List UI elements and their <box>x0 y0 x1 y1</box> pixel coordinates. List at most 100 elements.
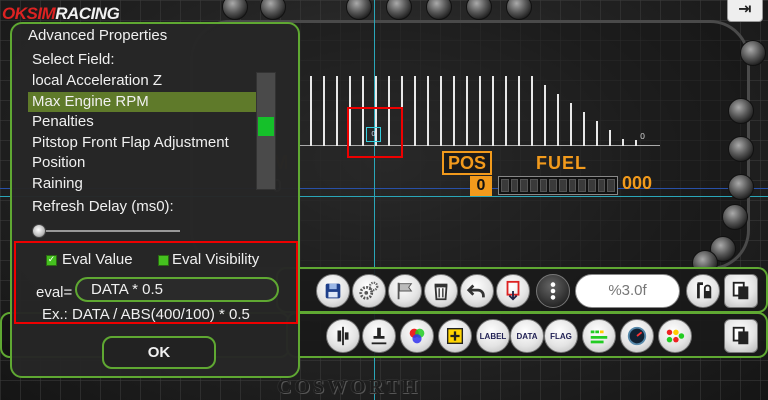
rpm-tick <box>622 139 624 146</box>
rpm-tick <box>544 85 546 146</box>
eval-example-text: Ex.: DATA / ABS(400/100) * 0.5 <box>42 306 250 323</box>
add-element-icon <box>446 327 464 345</box>
bracket-arrow-icon <box>506 280 520 301</box>
leds-button[interactable] <box>658 319 692 353</box>
eval-value-checkbox[interactable]: ✓ <box>46 255 57 266</box>
refresh-delay-slider[interactable] <box>30 224 180 238</box>
eval-label: eval= <box>36 284 73 301</box>
gauge-icon <box>627 326 647 346</box>
pos-label[interactable]: POS <box>442 151 492 175</box>
fuel-segment <box>588 179 596 192</box>
color-button[interactable] <box>400 319 434 353</box>
fuel-segment <box>578 179 587 192</box>
more-vertical-icon <box>550 282 556 300</box>
dialog-title: Advanced Properties <box>28 27 168 44</box>
copy-button[interactable] <box>724 319 758 353</box>
rpm-tick <box>518 76 520 146</box>
trash-icon <box>434 283 448 301</box>
slider-track[interactable] <box>40 230 180 232</box>
toolbar-top: %3.0f <box>276 267 768 313</box>
rpm-tick <box>440 76 442 146</box>
eval-value-label[interactable]: Eval Value <box>62 251 133 268</box>
fuel-segment <box>568 179 577 192</box>
rpm-readout: 0 <box>640 132 646 141</box>
bring-front-button[interactable] <box>496 274 530 308</box>
exit-button[interactable]: ⇥ <box>727 0 763 22</box>
field-list-item[interactable]: Penalties <box>28 112 258 133</box>
flag-button[interactable] <box>388 274 422 308</box>
pos-value[interactable]: 0 <box>470 176 492 196</box>
fuel-segment <box>501 179 509 192</box>
screw <box>728 136 754 162</box>
field-list-item[interactable]: Pitstop Front Flap Adjustment <box>28 133 258 154</box>
eval-expression-input[interactable]: DATA * 0.5 <box>75 277 279 302</box>
screw <box>728 174 754 200</box>
brand-text: COSWORTH <box>277 376 421 398</box>
rpm-tick <box>453 76 455 146</box>
eval-visibility-checkbox[interactable] <box>158 255 169 266</box>
app-logo: OKSIMRACING <box>2 4 120 24</box>
align-bottom-icon <box>371 327 387 345</box>
data-icon: DATA <box>516 331 538 341</box>
advanced-properties-dialog: Advanced Properties Select Field: local … <box>10 22 300 378</box>
data-button[interactable]: DATA <box>510 319 544 353</box>
lock-icon <box>697 282 712 299</box>
copy-icon <box>732 281 749 300</box>
flag-widget-button[interactable]: FLAG <box>544 319 578 353</box>
fuel-value[interactable]: 000 <box>622 173 652 194</box>
delete-button[interactable] <box>424 274 458 308</box>
selected-widget[interactable]: 0 <box>366 127 381 142</box>
logo-text-primary: OKSIM <box>2 4 56 23</box>
rpm-tick <box>323 76 325 146</box>
gauge-button[interactable] <box>620 319 654 353</box>
rgb-color-icon <box>409 328 425 344</box>
copy-button[interactable] <box>724 274 758 308</box>
rpm-tick <box>479 76 481 146</box>
field-list-item[interactable]: Position <box>28 153 258 174</box>
screw <box>722 204 748 230</box>
screw <box>740 40 766 66</box>
undo-button[interactable] <box>460 274 494 308</box>
rpm-tick <box>596 121 598 146</box>
save-button[interactable] <box>316 274 350 308</box>
rpm-tick <box>466 76 468 146</box>
label-button[interactable]: LABEL <box>476 319 510 353</box>
fuel-segment <box>549 179 558 192</box>
save-icon <box>325 283 341 299</box>
screw <box>728 98 754 124</box>
rpm-tick <box>336 76 338 146</box>
field-list[interactable]: local Acceleration Z Max Engine RPM Pena… <box>28 71 258 194</box>
eval-visibility-label[interactable]: Eval Visibility <box>172 251 259 268</box>
scrollbar-thumb[interactable] <box>258 117 274 136</box>
add-element-button[interactable] <box>438 319 472 353</box>
flag-icon <box>397 282 413 300</box>
field-list-item[interactable]: Raining <box>28 174 258 195</box>
lock-button[interactable] <box>686 274 720 308</box>
field-list-item[interactable]: local Acceleration Z <box>28 71 258 92</box>
field-list-scrollbar[interactable] <box>256 72 276 190</box>
slider-knob[interactable] <box>32 224 46 238</box>
rpm-tick <box>557 94 559 146</box>
rpm-tick <box>492 76 494 146</box>
fuel-segment <box>520 179 529 192</box>
ok-button[interactable]: OK <box>102 336 216 369</box>
fuel-segment <box>510 179 519 192</box>
field-list-item-selected[interactable]: Max Engine RPM <box>28 91 258 112</box>
settings-button[interactable] <box>352 274 386 308</box>
exit-icon: ⇥ <box>738 0 752 18</box>
rpm-tick <box>583 112 585 146</box>
fuel-segment <box>530 179 538 192</box>
rpm-leds-button[interactable] <box>582 319 616 353</box>
align-center-icon <box>337 326 349 346</box>
fuel-segment <box>607 179 616 192</box>
logo-text-secondary: RACING <box>55 4 120 23</box>
format-field[interactable]: %3.0f <box>575 274 680 308</box>
more-button[interactable] <box>536 274 570 308</box>
fuel-segment <box>559 179 567 192</box>
fuel-label[interactable]: FUEL <box>536 153 587 174</box>
refresh-delay-label: Refresh Delay (ms0): <box>32 198 174 215</box>
align-center-button[interactable] <box>326 319 360 353</box>
select-field-label: Select Field: <box>32 51 115 68</box>
align-bottom-button[interactable] <box>362 319 396 353</box>
fuel-bar[interactable] <box>498 176 618 195</box>
